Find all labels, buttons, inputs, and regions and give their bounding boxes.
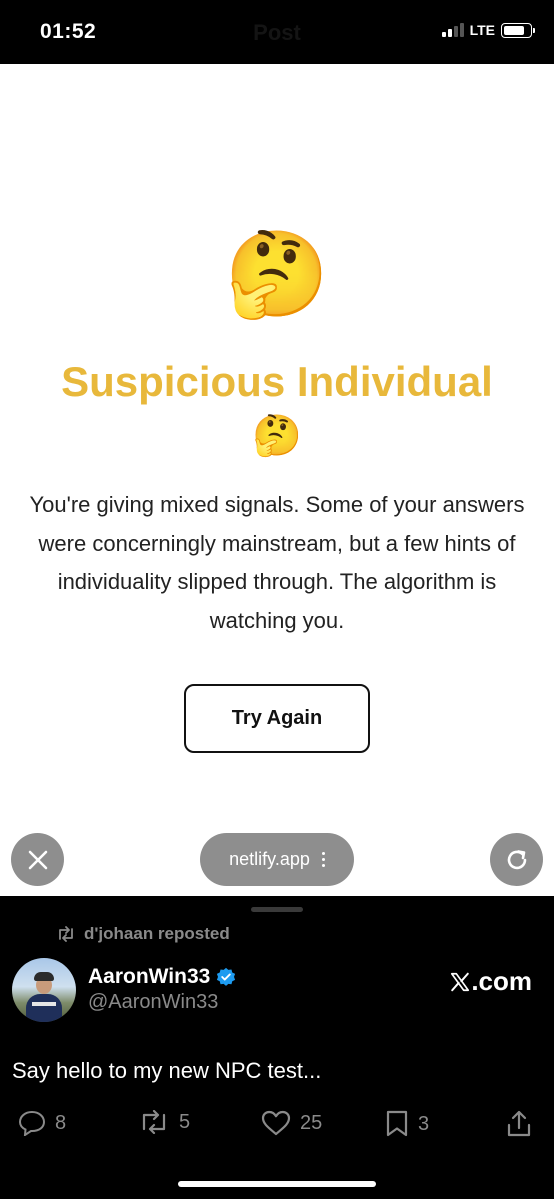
repost-count: 5	[179, 1110, 191, 1133]
like-count: 25	[300, 1111, 323, 1134]
repost-button[interactable]: 5	[138, 1110, 190, 1134]
result-title: Suspicious Individual	[61, 358, 493, 405]
try-again-button[interactable]: Try Again	[184, 684, 370, 753]
status-bar: 01:52 Post LTE	[0, 0, 554, 64]
battery-icon	[501, 22, 535, 38]
reply-icon	[18, 1110, 46, 1136]
display-name: AaronWin33	[88, 965, 211, 988]
web-page: 🤔 Suspicious Individual 🤔 You're giving …	[0, 64, 554, 896]
thinking-face-emoji-small: 🤔	[252, 414, 302, 458]
site-label: .com	[471, 966, 532, 996]
bookmark-button[interactable]: 3	[385, 1110, 429, 1138]
bookmark-icon	[386, 1110, 408, 1137]
heart-icon	[261, 1110, 291, 1136]
home-indicator[interactable]	[178, 1181, 376, 1187]
thinking-face-emoji-large: 🤔	[224, 227, 330, 321]
url-pill[interactable]: netlify.app	[200, 833, 354, 886]
user-name-row[interactable]: AaronWin33	[88, 965, 236, 989]
like-button[interactable]: 25	[261, 1110, 322, 1136]
sheet-grabber[interactable]	[251, 907, 303, 912]
url-text: netlify.app	[229, 849, 310, 869]
x-logo-icon	[451, 972, 470, 991]
bookmark-count: 3	[418, 1112, 430, 1135]
repost-label: d'johaan reposted	[84, 924, 230, 943]
avatar[interactable]	[12, 958, 76, 1022]
reload-button[interactable]	[490, 833, 543, 886]
tweet-sheet: d'johaan reposted AaronWin33 @AaronWin33…	[0, 896, 554, 1199]
repost-context: d'johaan reposted	[56, 924, 230, 944]
repost-icon	[142, 1110, 166, 1134]
close-browser-button[interactable]	[11, 833, 64, 886]
share-icon	[507, 1110, 531, 1137]
share-button[interactable]	[506, 1110, 532, 1138]
signal-icon	[441, 23, 464, 37]
more-options-icon[interactable]	[321, 852, 325, 867]
reply-button[interactable]: 8	[18, 1110, 66, 1136]
status-indicators: LTE	[441, 22, 535, 38]
x-com-link[interactable]: .com	[449, 966, 532, 997]
close-icon	[28, 850, 47, 869]
tweet-actions: 8 5 25 3	[0, 1110, 554, 1140]
reply-count: 8	[55, 1111, 67, 1134]
user-handle: @AaronWin33	[88, 991, 219, 1013]
repost-icon	[59, 926, 73, 942]
result-description: You're giving mixed signals. Some of you…	[29, 492, 525, 633]
tweet-text: Say hello to my new NPC test...	[12, 1058, 322, 1083]
verified-badge-icon	[217, 967, 236, 986]
network-label: LTE	[469, 22, 495, 38]
reload-icon	[507, 849, 526, 869]
